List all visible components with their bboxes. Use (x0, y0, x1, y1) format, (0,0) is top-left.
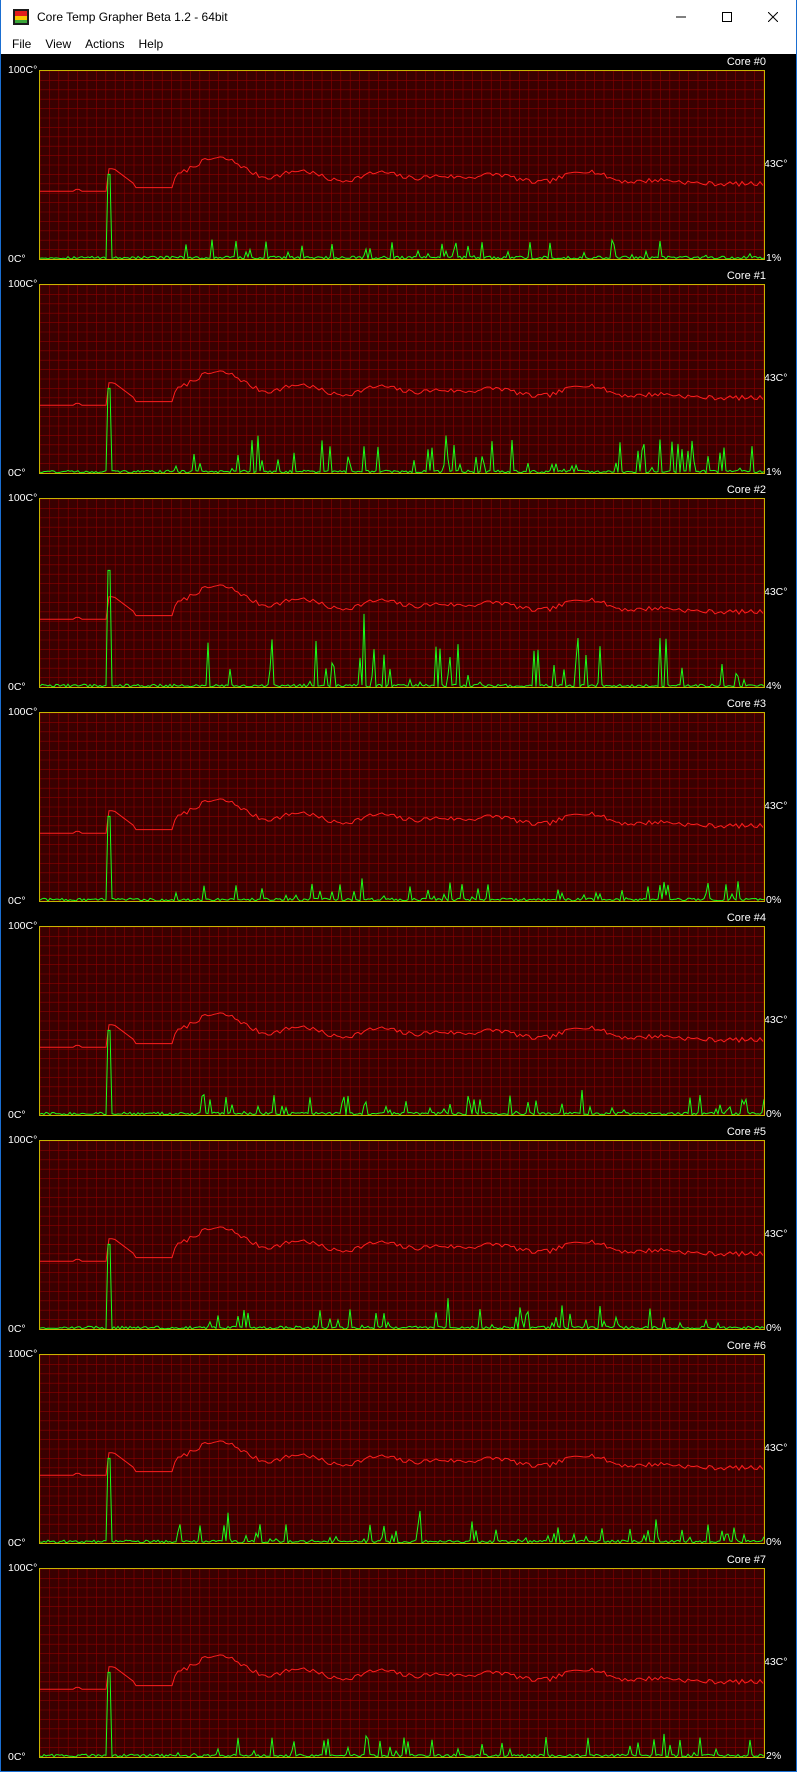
axis-min-label: 0C° (8, 1323, 26, 1335)
axis-max-label: 100C° (8, 1562, 38, 1574)
title-bar[interactable]: Core Temp Grapher Beta 1.2 - 64bit (1, 0, 796, 34)
axis-max-label: 100C° (8, 920, 38, 932)
current-temp-label: 43C° (764, 800, 788, 812)
close-button[interactable] (750, 0, 796, 34)
current-load-label: 0% (766, 1322, 782, 1334)
core-graph (39, 926, 765, 1116)
axis-max-label: 100C° (8, 1134, 38, 1146)
current-load-label: 0% (766, 894, 782, 906)
core-graph-svg (40, 713, 764, 901)
temperature-line (40, 370, 764, 406)
current-load-label: 0% (766, 1536, 782, 1548)
core-panel-7: Core #7 100C° 0C° 43C° 2% (4, 1552, 794, 1766)
core-graph-svg (40, 285, 764, 473)
temperature-line (40, 798, 764, 834)
core-graph-svg (40, 1141, 764, 1329)
current-load-label: 1% (766, 466, 782, 478)
core-title: Core #2 (726, 484, 766, 496)
load-line (40, 173, 764, 259)
load-line (40, 1243, 764, 1329)
core-graph-svg (40, 1569, 764, 1757)
core-title: Core #1 (726, 270, 766, 282)
core-graph (39, 1140, 765, 1330)
axis-min-label: 0C° (8, 1751, 26, 1763)
axis-max-label: 100C° (8, 1348, 38, 1360)
core-panel-4: Core #4 100C° 0C° 43C° 0% (4, 910, 794, 1124)
menu-help[interactable]: Help (132, 34, 171, 54)
load-line (40, 569, 764, 687)
axis-min-label: 0C° (8, 681, 26, 693)
current-load-label: 4% (766, 680, 782, 692)
current-load-label: 0% (766, 1108, 782, 1120)
window-title: Core Temp Grapher Beta 1.2 - 64bit (37, 10, 228, 24)
minimize-button[interactable] (658, 0, 704, 34)
core-title: Core #3 (726, 698, 766, 710)
core-graph (39, 1568, 765, 1758)
minimize-icon (676, 16, 686, 18)
graphs-area: Core #0 100C° 0C° 43C° 1% Core #1 100C° … (4, 54, 794, 1769)
core-panel-6: Core #6 100C° 0C° 43C° 0% (4, 1338, 794, 1552)
axis-min-label: 0C° (8, 467, 26, 479)
axis-max-label: 100C° (8, 64, 38, 76)
core-panel-2: Core #2 100C° 0C° 43C° 4% (4, 482, 794, 696)
current-temp-label: 43C° (764, 1442, 788, 1454)
core-graph (39, 1354, 765, 1544)
maximize-icon (722, 12, 732, 22)
core-graph (39, 70, 765, 260)
core-graph (39, 498, 765, 688)
axis-min-label: 0C° (8, 1109, 26, 1121)
core-graph-svg (40, 71, 764, 259)
current-load-label: 2% (766, 1750, 782, 1762)
app-window: Core Temp Grapher Beta 1.2 - 64bit File … (0, 0, 797, 1772)
axis-max-label: 100C° (8, 706, 38, 718)
core-graph (39, 712, 765, 902)
current-temp-label: 43C° (764, 1228, 788, 1240)
axis-min-label: 0C° (8, 1537, 26, 1549)
load-line (40, 387, 764, 473)
core-graph (39, 284, 765, 474)
menu-actions[interactable]: Actions (78, 34, 131, 54)
menu-bar: File View Actions Help (1, 34, 796, 54)
core-panel-1: Core #1 100C° 0C° 43C° 1% (4, 268, 794, 482)
maximize-button[interactable] (704, 0, 750, 34)
axis-max-label: 100C° (8, 492, 38, 504)
app-icon (13, 9, 29, 25)
core-title: Core #6 (726, 1340, 766, 1352)
load-line (40, 815, 764, 901)
core-title: Core #7 (726, 1554, 766, 1566)
load-line (40, 1671, 764, 1757)
core-panel-0: Core #0 100C° 0C° 43C° 1% (4, 54, 794, 268)
core-panel-3: Core #3 100C° 0C° 43C° 0% (4, 696, 794, 910)
close-icon (768, 12, 778, 22)
core-graph-svg (40, 1355, 764, 1543)
current-temp-label: 43C° (764, 372, 788, 384)
current-temp-label: 43C° (764, 1014, 788, 1026)
load-line (40, 1029, 764, 1115)
core-panel-5: Core #5 100C° 0C° 43C° 0% (4, 1124, 794, 1338)
menu-view[interactable]: View (38, 34, 78, 54)
current-temp-label: 43C° (764, 158, 788, 170)
axis-min-label: 0C° (8, 895, 26, 907)
load-line (40, 1457, 764, 1543)
core-title: Core #4 (726, 912, 766, 924)
core-title: Core #0 (726, 56, 766, 68)
axis-max-label: 100C° (8, 278, 38, 290)
menu-file[interactable]: File (5, 34, 38, 54)
current-temp-label: 43C° (764, 1656, 788, 1668)
core-graph-svg (40, 499, 764, 687)
current-temp-label: 43C° (764, 586, 788, 598)
core-title: Core #5 (726, 1126, 766, 1138)
axis-min-label: 0C° (8, 253, 26, 265)
temperature-line (40, 584, 764, 620)
core-graph-svg (40, 927, 764, 1115)
current-load-label: 1% (766, 252, 782, 264)
